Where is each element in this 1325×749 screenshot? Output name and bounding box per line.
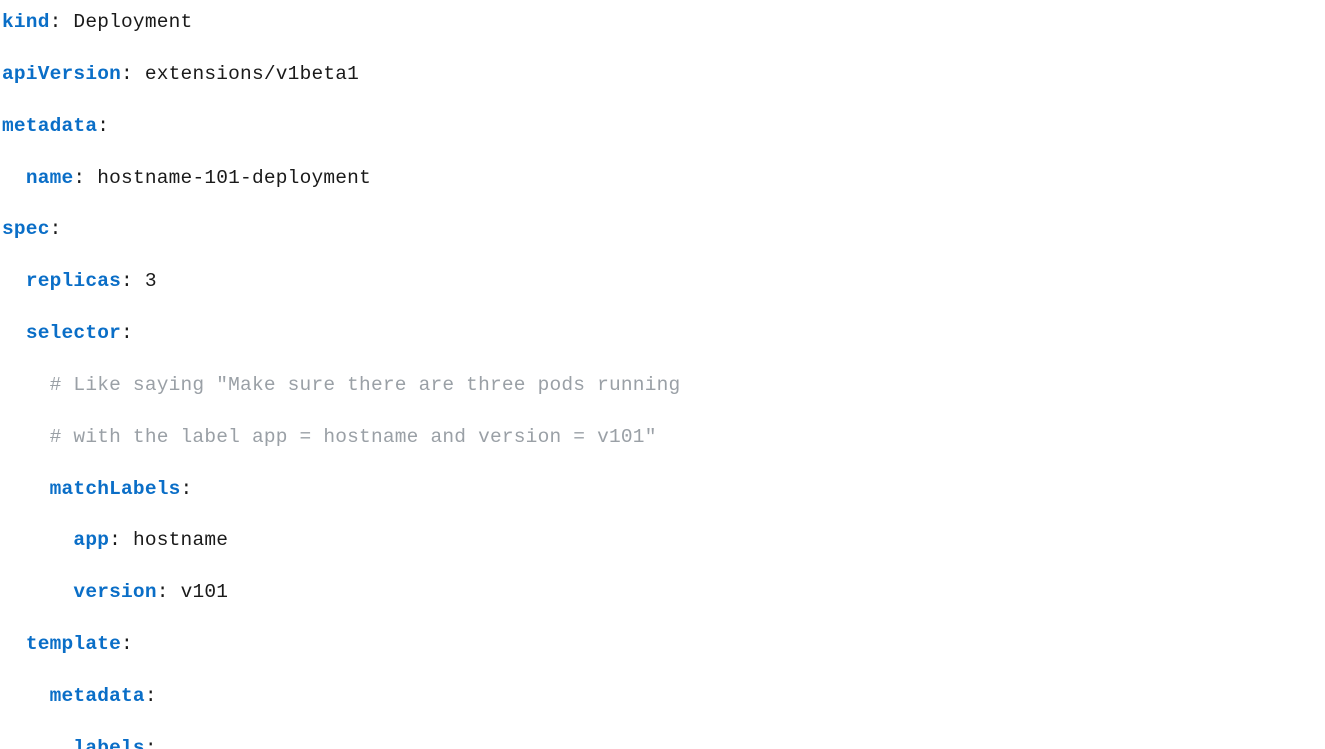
line-selector-comment1: # Like saying "Make sure there are three…: [2, 373, 1325, 399]
line-metadata: metadata:: [2, 114, 1325, 140]
key-name: name: [26, 167, 74, 189]
key-kind: kind: [2, 11, 50, 33]
line-spec: spec:: [2, 217, 1325, 243]
line-selector-comment2: # with the label app = hostname and vers…: [2, 425, 1325, 451]
value-apiversion: extensions/v1beta1: [145, 63, 359, 85]
line-labels: labels:: [2, 736, 1325, 749]
line-selector: selector:: [2, 321, 1325, 347]
key-metadata: metadata: [2, 115, 97, 137]
key-matchlabels: matchLabels: [50, 478, 181, 500]
line-metadata-name: name: hostname-101-deployment: [2, 166, 1325, 192]
yaml-code-block: kind: Deployment apiVersion: extensions/…: [0, 0, 1325, 749]
key-labels: labels: [73, 737, 144, 749]
key-apiversion: apiVersion: [2, 63, 121, 85]
key-template: template: [26, 633, 121, 655]
line-matchlabels-app: app: hostname: [2, 528, 1325, 554]
line-replicas: replicas: 3: [2, 269, 1325, 295]
line-matchlabels-version: version: v101: [2, 580, 1325, 606]
key-app: app: [73, 529, 109, 551]
key-metadata: metadata: [50, 685, 145, 707]
key-version: version: [73, 581, 156, 603]
value-replicas: 3: [145, 270, 157, 292]
key-spec: spec: [2, 218, 50, 240]
key-selector: selector: [26, 322, 121, 344]
key-replicas: replicas: [26, 270, 121, 292]
value-metadata-name: hostname-101-deployment: [97, 167, 371, 189]
value-kind: Deployment: [73, 11, 192, 33]
value-matchlabels-version: v101: [181, 581, 229, 603]
comment: # with the label app = hostname and vers…: [50, 426, 657, 448]
line-template-metadata: metadata:: [2, 684, 1325, 710]
comment: # Like saying "Make sure there are three…: [50, 374, 681, 396]
line-apiversion: apiVersion: extensions/v1beta1: [2, 62, 1325, 88]
line-template: template:: [2, 632, 1325, 658]
line-kind: kind: Deployment: [2, 10, 1325, 36]
value-matchlabels-app: hostname: [133, 529, 228, 551]
line-matchlabels: matchLabels:: [2, 477, 1325, 503]
